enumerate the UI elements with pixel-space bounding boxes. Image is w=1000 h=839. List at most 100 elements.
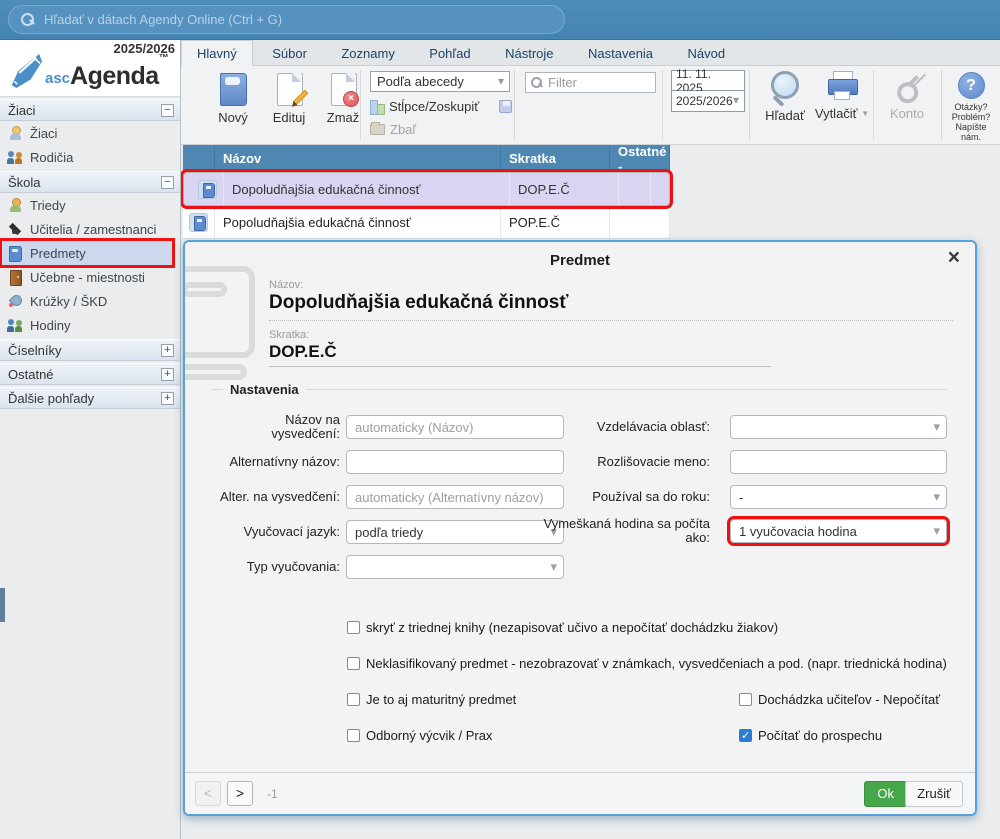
logo-area: 2025/2026 ascAgenda™	[0, 40, 180, 97]
checkbox-maturitny-predmet[interactable]: Je to aj maturitný predmet	[347, 692, 516, 707]
collapse-button[interactable]: Zbaľ	[370, 121, 510, 138]
sidebar-section-ziaci[interactable]: Žiaci −	[0, 99, 180, 121]
sidebar-item-predmety[interactable]: Predmety	[2, 241, 172, 265]
help-line2: Problém?	[945, 112, 997, 122]
sidebar-section-dalsie-pohlady[interactable]: Ďalšie pohľady +	[0, 387, 180, 409]
expand-icon[interactable]: +	[161, 344, 174, 357]
previous-record-button[interactable]: <	[195, 781, 221, 806]
search-button-label: Hľadať	[759, 108, 811, 123]
expand-icon[interactable]: +	[161, 368, 174, 381]
field-vymeskana-hodina: Vymeškaná hodina sa počíta ako: 1 vyučov…	[525, 518, 947, 544]
toolbar: Nový Edituj × Zmaž Podľa abecedy Stĺpce/…	[181, 66, 1000, 145]
checkbox-neklasifikovany-predmet[interactable]: Neklasifikovaný predmet - nezobrazovať v…	[347, 656, 947, 671]
columns-group-button[interactable]: Stĺpce/Zoskupiť	[370, 98, 512, 115]
tab-nastavenia[interactable]: Nastavenia	[573, 41, 668, 65]
print-dropdown-icon[interactable]: ▼	[861, 109, 869, 118]
checkbox-odborny-vycvik[interactable]: Odborný výcvik / Prax	[347, 728, 492, 743]
expand-icon[interactable]: +	[161, 392, 174, 405]
print-button[interactable]: Vytlačiť ▼	[811, 70, 873, 121]
checkbox-icon[interactable]	[347, 729, 360, 742]
typ-vyucovania-select[interactable]	[346, 555, 564, 579]
delete-button[interactable]: × Zmaž	[313, 71, 373, 139]
field-alternativny-nazov: Alternatívny názov:	[213, 449, 564, 475]
tab-navod[interactable]: Návod	[673, 41, 741, 65]
date-group: 11. 11. 2025 2025/2026	[671, 70, 745, 112]
collapse-label: Zbaľ	[390, 122, 416, 137]
vzdelavacia-oblast-select[interactable]	[730, 415, 947, 439]
sidebar-section-ostatne[interactable]: Ostatné +	[0, 363, 180, 385]
checkbox-icon[interactable]	[347, 657, 360, 670]
cell-name[interactable]: Dopoludňajšia edukačná činnosť	[224, 173, 510, 205]
collapse-icon[interactable]: −	[161, 104, 174, 117]
new-button[interactable]: Nový	[203, 71, 263, 139]
pen-logo-icon	[5, 53, 43, 89]
cell-other[interactable]	[610, 206, 670, 238]
cell-abbr[interactable]: DOP.E.Č	[510, 173, 619, 205]
sidebar-item-label: Žiaci	[30, 126, 57, 141]
abbr-value[interactable]: DOP.E.Č	[269, 342, 337, 362]
cell-name[interactable]: Popoludňajšia edukačná činnosť	[215, 206, 501, 238]
table-row-selected[interactable]: Dopoludňajšia edukačná činnosť DOP.E.Č	[183, 172, 670, 206]
field-alter-na-vysvedceni: Alter. na vysvedčení:	[213, 484, 564, 510]
sidebar-item-kruzky[interactable]: Krúžky / ŠKD	[0, 289, 180, 313]
predmet-dialog: Predmet × Názov: Dopoludňajšia edukačná …	[183, 240, 977, 816]
sidebar-section-ciselniky[interactable]: Číselníky +	[0, 339, 180, 361]
column-header-nazov[interactable]: Názov	[215, 145, 501, 172]
column-header-ostatne[interactable]: Ostatné -	[610, 145, 670, 172]
search-icon	[21, 13, 35, 27]
icon-column-header[interactable]	[183, 145, 215, 172]
collapse-icon[interactable]: −	[161, 176, 174, 189]
current-date-field[interactable]: 11. 11. 2025	[671, 70, 745, 91]
checkbox-pocitat-do-prospechu[interactable]: Počítať do prospechu	[739, 728, 882, 743]
checkbox-icon[interactable]	[347, 693, 360, 706]
sidebar-item-hodiny[interactable]: Hodiny	[0, 313, 180, 337]
checkbox-icon[interactable]	[739, 729, 752, 742]
search-magnifier-icon	[767, 70, 803, 106]
edit-button[interactable]: Edituj	[259, 71, 319, 139]
panel-handle[interactable]	[0, 588, 5, 622]
tab-pohlad[interactable]: Pohľad	[414, 41, 485, 65]
filter-input[interactable]: Filter	[525, 72, 656, 93]
checkbox-icon[interactable]	[739, 693, 752, 706]
question-mark-icon: ?	[958, 72, 985, 99]
tab-subor[interactable]: Súbor	[257, 41, 322, 65]
next-record-button[interactable]: >	[227, 781, 253, 806]
checkbox-dochadzka-ucitelov[interactable]: Dochádzka učiteľov - Nepočítať	[739, 692, 940, 707]
sidebar-section-skola[interactable]: Škola −	[0, 171, 180, 193]
checkbox-skryt-z-triednej-knihy[interactable]: skryť z triednej knihy (nezapisovať učiv…	[347, 620, 778, 635]
columns-icon	[370, 100, 384, 113]
sidebar-item-label: Hodiny	[30, 318, 70, 333]
account-button[interactable]: Konto	[881, 70, 933, 121]
close-icon[interactable]: ×	[948, 247, 960, 268]
logo-text-asc: asc	[45, 70, 70, 89]
name-value[interactable]: Dopoludňajšia edukačná činnosť	[269, 292, 568, 314]
sidebar-item-triedy[interactable]: Triedy	[0, 193, 180, 217]
sidebar-item-ziaci[interactable]: Žiaci	[0, 121, 180, 145]
checkbox-icon[interactable]	[347, 621, 360, 634]
field-pouzival-sa-do-roku: Používal sa do roku: -	[525, 484, 947, 510]
school-year-select[interactable]: 2025/2026	[671, 91, 745, 112]
pouzival-sa-do-roku-select[interactable]: -	[730, 485, 947, 509]
sort-order-select[interactable]: Podľa abecedy	[370, 71, 510, 92]
sidebar-item-ucitelia[interactable]: Učitelia / zamestnanci	[0, 217, 180, 241]
rozlisovacie-meno-input[interactable]	[730, 450, 947, 474]
search-button[interactable]: Hľadať	[759, 70, 811, 123]
section-title: Číselníky	[8, 343, 61, 358]
cell-abbr[interactable]: POP.E.Č	[501, 206, 610, 238]
vymeskana-hodina-select[interactable]: 1 vyučovacia hodina	[730, 519, 947, 543]
global-search-input[interactable]: Hľadať v dátach Agendy Online (Ctrl + G)	[8, 5, 565, 34]
help-button[interactable]: ? Otázky? Problém? Napíšte nám.	[945, 72, 997, 142]
field-label: Vyučovací jazyk:	[213, 525, 340, 539]
table-row[interactable]: Popoludňajšia edukačná činnosť POP.E.Č	[183, 206, 670, 239]
tab-zoznamy[interactable]: Zoznamy	[326, 41, 409, 65]
cell-other[interactable]	[619, 173, 651, 205]
column-header-skratka[interactable]: Skratka	[501, 145, 610, 172]
save-layout-icon[interactable]	[499, 100, 512, 113]
sidebar-item-ucebne[interactable]: Učebne - miestnosti	[0, 265, 180, 289]
tab-nastroje[interactable]: Nástroje	[490, 41, 568, 65]
sidebar-item-rodicia[interactable]: Rodičia	[0, 145, 180, 169]
ok-button[interactable]: Ok	[864, 781, 907, 807]
row-icon-cell	[192, 173, 224, 205]
cancel-button[interactable]: Zrušiť	[905, 781, 963, 807]
tab-hlavny[interactable]: Hlavný	[181, 40, 253, 66]
